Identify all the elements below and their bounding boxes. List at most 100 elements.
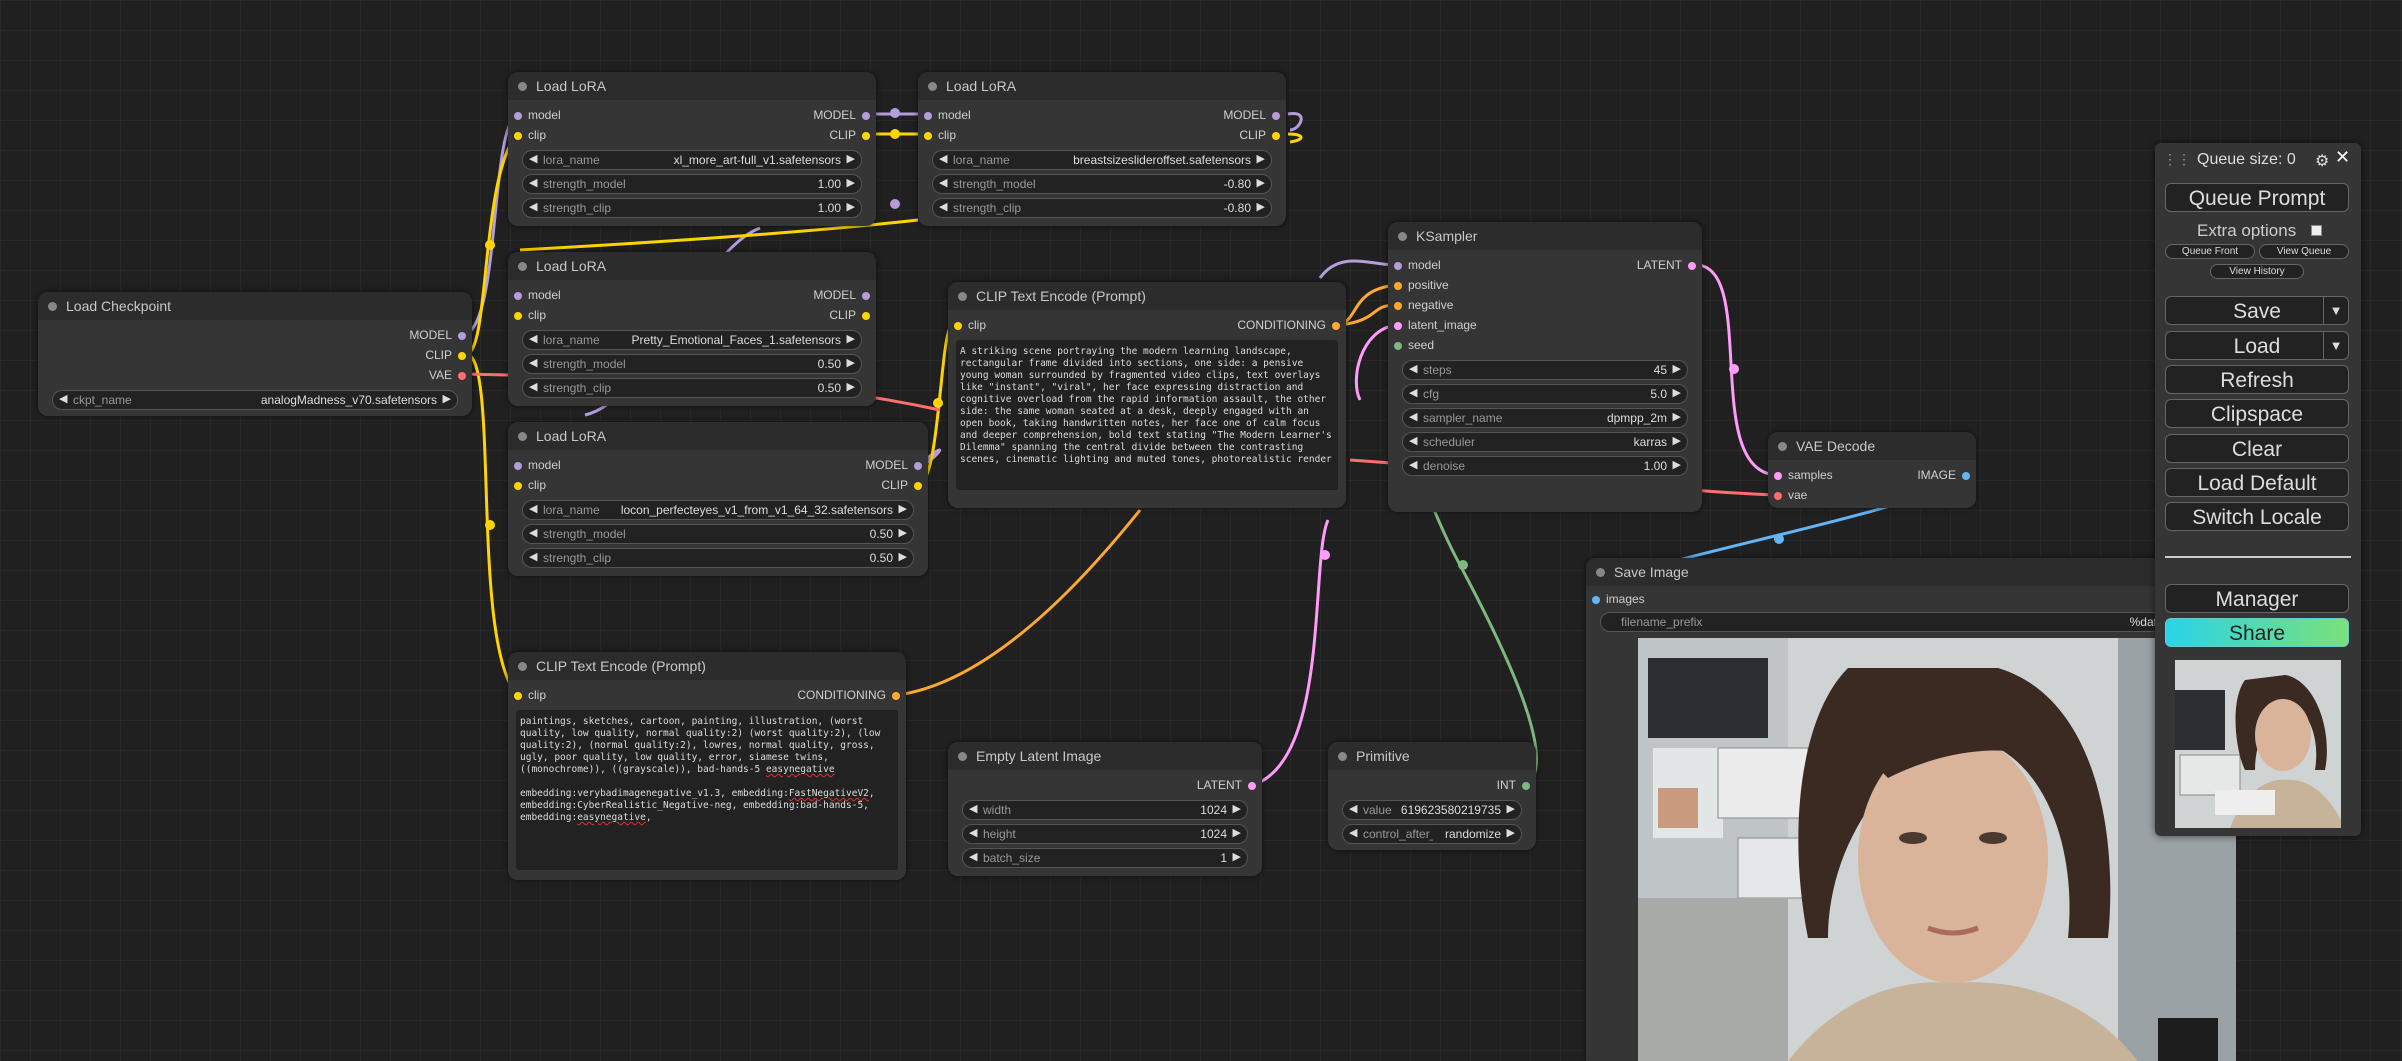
chevron-down-icon[interactable]: ▼ [2323, 297, 2348, 324]
input-clip-slot[interactable] [514, 312, 522, 320]
node-title[interactable]: KSampler [1388, 222, 1702, 250]
filename-prefix-widget[interactable]: filename_prefix %dat [1600, 612, 2162, 632]
queue-prompt-button[interactable]: Queue Prompt [2165, 183, 2349, 212]
arrow-right-icon[interactable]: ▶ [1257, 152, 1265, 165]
output-conditioning-slot[interactable] [892, 692, 900, 700]
refresh-button[interactable]: Refresh [2165, 365, 2349, 394]
manager-button[interactable]: Manager [2165, 584, 2349, 613]
output-clip-slot[interactable] [862, 132, 870, 140]
switch-locale-button[interactable]: Switch Locale [2165, 502, 2349, 531]
input-clip-slot[interactable] [954, 322, 962, 330]
input-negative-slot[interactable] [1394, 302, 1402, 310]
input-model-slot[interactable] [514, 292, 522, 300]
view-history-button[interactable]: View History [2210, 264, 2304, 279]
node-title[interactable]: Primitive [1328, 742, 1536, 770]
width-widget[interactable]: ◀ width 1024 ▶ [962, 800, 1248, 820]
output-int-slot[interactable] [1522, 782, 1530, 790]
arrow-right-icon[interactable]: ▶ [1257, 176, 1265, 189]
output-latent-slot[interactable] [1248, 782, 1256, 790]
strength-clip-widget[interactable]: ◀ strength_clip 0.50 ▶ [522, 378, 862, 398]
arrow-left-icon[interactable]: ◀ [969, 850, 977, 863]
steps-widget[interactable]: ◀ steps 45 ▶ [1402, 360, 1688, 380]
collapse-dot[interactable] [928, 82, 937, 91]
close-icon[interactable]: ✕ [2335, 147, 2350, 168]
arrow-left-icon[interactable]: ◀ [529, 152, 537, 165]
arrow-right-icon[interactable]: ▶ [847, 332, 855, 345]
drag-handle-icon[interactable]: ⋮⋮ [2163, 151, 2191, 168]
arrow-left-icon[interactable]: ◀ [529, 332, 537, 345]
input-clip-slot[interactable] [514, 692, 522, 700]
arrow-left-icon[interactable]: ◀ [1349, 826, 1357, 839]
arrow-right-icon[interactable]: ▶ [847, 176, 855, 189]
collapse-dot[interactable] [958, 752, 967, 761]
arrow-left-icon[interactable]: ◀ [969, 802, 977, 815]
extra-options-checkbox[interactable] [2311, 225, 2322, 236]
node-title[interactable]: CLIP Text Encode (Prompt) [508, 652, 906, 680]
node-load-checkpoint[interactable]: Load Checkpoint MODEL CLIP VAE ◀ ckpt_nam… [38, 292, 472, 416]
value-widget[interactable]: ◀ value 619623580219735 ▶ [1342, 800, 1522, 820]
input-model-slot[interactable] [514, 112, 522, 120]
clear-button[interactable]: Clear [2165, 434, 2349, 463]
output-image-slot[interactable] [1962, 472, 1970, 480]
arrow-right-icon[interactable]: ▶ [899, 526, 907, 539]
arrow-left-icon[interactable]: ◀ [1349, 802, 1357, 815]
arrow-right-icon[interactable]: ▶ [1673, 410, 1681, 423]
output-model-slot[interactable] [914, 462, 922, 470]
arrow-left-icon[interactable]: ◀ [529, 526, 537, 539]
node-title[interactable]: Load LoRA [918, 72, 1286, 100]
output-clip-slot[interactable] [1272, 132, 1280, 140]
node-load-lora-3[interactable]: Load LoRA model MODEL clip CLIP ◀ lora_name… [508, 252, 876, 406]
arrow-right-icon[interactable]: ▶ [1233, 826, 1241, 839]
output-model-slot[interactable] [862, 292, 870, 300]
arrow-left-icon[interactable]: ◀ [59, 392, 67, 405]
input-seed-slot[interactable] [1394, 342, 1402, 350]
sampler-name-widget[interactable]: ◀ sampler_name dpmpp_2m ▶ [1402, 408, 1688, 428]
output-model-slot[interactable] [862, 112, 870, 120]
strength-model-widget[interactable]: ◀ strength_model 0.50 ▶ [522, 354, 862, 374]
arrow-right-icon[interactable]: ▶ [1507, 802, 1515, 815]
lora-name-widget[interactable]: ◀ lora_name Pretty_Emotional_Faces_1.safet… [522, 330, 862, 350]
arrow-left-icon[interactable]: ◀ [529, 502, 537, 515]
arrow-left-icon[interactable]: ◀ [1409, 458, 1417, 471]
arrow-left-icon[interactable]: ◀ [529, 356, 537, 369]
output-latent-slot[interactable] [1688, 262, 1696, 270]
prompt-textarea[interactable]: A striking scene portraying the modern l… [956, 340, 1338, 490]
arrow-right-icon[interactable]: ▶ [847, 152, 855, 165]
load-default-button[interactable]: Load Default [2165, 468, 2349, 497]
strength-model-widget[interactable]: ◀ strength_model 1.00 ▶ [522, 174, 862, 194]
load-button[interactable]: Load ▼ [2165, 331, 2349, 360]
arrow-right-icon[interactable]: ▶ [899, 502, 907, 515]
input-clip-slot[interactable] [514, 482, 522, 490]
output-model-slot[interactable] [1272, 112, 1280, 120]
arrow-right-icon[interactable]: ▶ [1507, 826, 1515, 839]
chevron-down-icon[interactable]: ▼ [2323, 332, 2348, 359]
arrow-left-icon[interactable]: ◀ [529, 200, 537, 213]
node-title[interactable]: VAE Decode [1768, 432, 1976, 460]
output-clip-slot[interactable] [458, 352, 466, 360]
collapse-dot[interactable] [1398, 232, 1407, 241]
node-clip-text-encode-negative[interactable]: CLIP Text Encode (Prompt) clip CONDITIONI… [508, 652, 906, 880]
node-clip-text-encode-positive[interactable]: CLIP Text Encode (Prompt) clip CONDITIONI… [948, 282, 1346, 508]
arrow-left-icon[interactable]: ◀ [529, 550, 537, 563]
collapse-dot[interactable] [958, 292, 967, 301]
node-title[interactable]: CLIP Text Encode (Prompt) [948, 282, 1346, 310]
node-load-lora-1[interactable]: Load LoRA model MODEL clip CLIP ◀ lora_name… [508, 72, 876, 226]
collapse-dot[interactable] [1596, 568, 1605, 577]
arrow-right-icon[interactable]: ▶ [1673, 434, 1681, 447]
node-ksampler[interactable]: KSampler model LATENT positive negative l… [1388, 222, 1702, 512]
input-positive-slot[interactable] [1394, 282, 1402, 290]
arrow-right-icon[interactable]: ▶ [1233, 850, 1241, 863]
control-after-generate-widget[interactable]: ◀ control_after_generate randomize ▶ [1342, 824, 1522, 844]
arrow-left-icon[interactable]: ◀ [1409, 434, 1417, 447]
strength-clip-widget[interactable]: ◀ strength_clip 1.00 ▶ [522, 198, 862, 218]
arrow-right-icon[interactable]: ▶ [1673, 386, 1681, 399]
height-widget[interactable]: ◀ height 1024 ▶ [962, 824, 1248, 844]
arrow-left-icon[interactable]: ◀ [1409, 410, 1417, 423]
input-clip-slot[interactable] [924, 132, 932, 140]
arrow-right-icon[interactable]: ▶ [847, 356, 855, 369]
arrow-left-icon[interactable]: ◀ [529, 176, 537, 189]
arrow-right-icon[interactable]: ▶ [847, 380, 855, 393]
node-title[interactable]: Load LoRA [508, 72, 876, 100]
input-clip-slot[interactable] [514, 132, 522, 140]
strength-clip-widget[interactable]: ◀ strength_clip -0.80 ▶ [932, 198, 1272, 218]
